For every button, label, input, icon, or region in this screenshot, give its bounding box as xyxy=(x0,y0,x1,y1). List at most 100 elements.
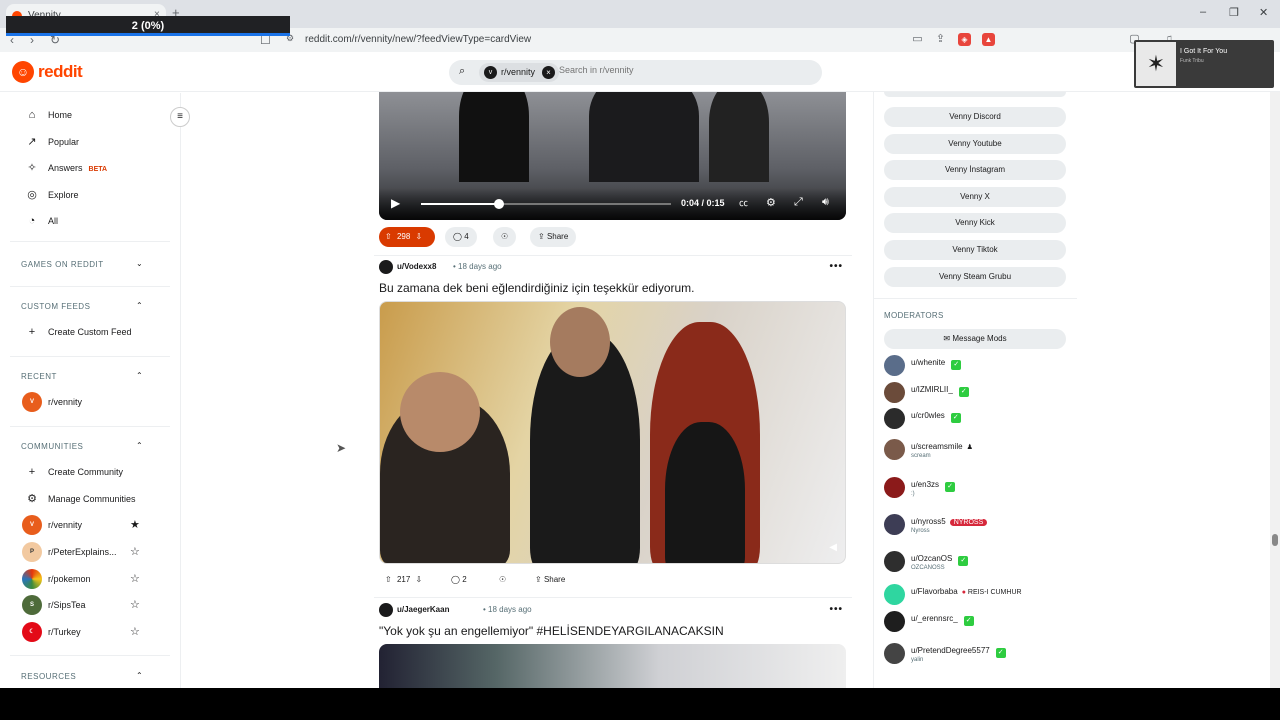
link-youtube[interactable]: Venny Youtube xyxy=(884,134,1066,154)
post-title[interactable]: Bu zamana dek beni eğlendirdiğiniz için … xyxy=(379,281,849,295)
author-avatar[interactable] xyxy=(379,603,393,617)
post-author[interactable]: u/JaegerKaan xyxy=(397,602,449,618)
star-outline-icon[interactable]: ☆ xyxy=(130,569,140,589)
post-title[interactable]: "Yok yok şu an engellemiyor" #HELİSENDEY… xyxy=(379,624,849,638)
recent-header[interactable]: RECENT xyxy=(21,372,149,381)
video-player[interactable]: ▶ 0:04 / 0:15 ㏄ ⚙ ⤢ 🔊︎ xyxy=(379,92,846,220)
link-steam[interactable]: Venny Steam Grubu xyxy=(884,267,1066,287)
moderator-item[interactable]: u/cr0wles ✓ xyxy=(884,408,1074,430)
author-avatar[interactable] xyxy=(379,260,393,274)
community-item-pokemon[interactable]: r/pokemon ☆ xyxy=(20,569,170,589)
play-icon[interactable]: ▶ xyxy=(391,196,400,210)
star-outline-icon[interactable]: ☆ xyxy=(130,542,140,562)
moderator-item[interactable]: u/screamsmile ♟ scream xyxy=(884,439,1074,461)
post-image[interactable]: ◀︎ xyxy=(379,301,846,564)
plus-icon: + xyxy=(28,466,36,478)
downvote-icon[interactable]: ⇩ xyxy=(416,575,423,584)
moderator-item[interactable]: u/Flavorbaba ● REIS-I CUMHUR xyxy=(884,584,1074,606)
games-section-header[interactable]: GAMES ON REDDIT xyxy=(21,260,149,269)
window-close-button[interactable]: ✕ xyxy=(1259,6,1268,19)
post-author[interactable]: u/Vodexx8 xyxy=(397,259,436,275)
vote-pill[interactable]: ⇧ 217 ⇩ xyxy=(379,570,435,590)
share-icon[interactable]: ⇪ xyxy=(934,33,947,46)
reddit-logo-icon[interactable]: ☺ xyxy=(12,61,34,83)
link-button-partial[interactable] xyxy=(884,92,1066,97)
more-options-icon[interactable]: ••• xyxy=(829,602,843,618)
captions-icon[interactable]: ㏄ xyxy=(739,196,748,209)
divider xyxy=(10,286,170,287)
screen-cast-icon[interactable]: ▭ xyxy=(911,33,924,46)
link-kick[interactable]: Venny Kick xyxy=(884,213,1066,233)
search-bar[interactable]: ⌕ v r/vennity × xyxy=(449,60,822,85)
nav-home[interactable]: ⌂ Home xyxy=(20,105,170,125)
fullscreen-icon[interactable]: ⤢ xyxy=(794,196,803,209)
star-filled-icon[interactable]: ★ xyxy=(130,515,140,535)
recent-item-vennity[interactable]: V r/vennity xyxy=(20,392,170,412)
custom-feeds-header[interactable]: CUSTOM FEEDS xyxy=(21,302,149,311)
nav-answers[interactable]: ✧ Answers BETA xyxy=(20,158,170,178)
comments-button[interactable]: ◯ 2 xyxy=(443,570,475,590)
upvote-icon[interactable]: ⇧ xyxy=(385,575,392,584)
link-x[interactable]: Venny X xyxy=(884,187,1066,207)
star-outline-icon[interactable]: ☆ xyxy=(130,622,140,642)
community-item-peterexplains[interactable]: P r/PeterExplains... ☆ xyxy=(20,542,170,562)
downvote-icon[interactable]: ⇩ xyxy=(416,232,423,241)
mute-icon[interactable]: ◀︎ xyxy=(829,542,837,553)
community-item-turkey[interactable]: ☾ r/Turkey ☆ xyxy=(20,622,170,642)
link-tiktok[interactable]: Venny Tiktok xyxy=(884,240,1066,260)
upvote-icon[interactable]: ⇧ xyxy=(385,232,392,241)
share-label: Share xyxy=(543,575,566,584)
page-scrollbar[interactable] xyxy=(1270,92,1280,688)
chevron-up-icon[interactable]: ⌃ xyxy=(136,371,143,380)
window-maximize-button[interactable]: ❐ xyxy=(1229,6,1239,19)
resources-header[interactable]: RESOURCES xyxy=(21,672,149,681)
award-button[interactable]: ☉ xyxy=(491,570,515,590)
star-outline-icon[interactable]: ☆ xyxy=(130,595,140,615)
comments-button[interactable]: ◯ 4 xyxy=(445,227,477,247)
scrollbar-thumb[interactable] xyxy=(1272,534,1278,546)
link-discord[interactable]: Venny Discord xyxy=(884,107,1066,127)
manage-communities[interactable]: ⚙ Manage Communities xyxy=(20,489,170,509)
moderator-item[interactable]: u/PretendDegree5577 ✓ yalin xyxy=(884,643,1074,665)
window-minimize-button[interactable]: – xyxy=(1200,6,1206,18)
search-input[interactable] xyxy=(559,65,809,75)
communities-header[interactable]: COMMUNITIES xyxy=(21,442,149,451)
link-instagram[interactable]: Venny İnstagram xyxy=(884,160,1066,180)
share-button[interactable]: ⇪ Share xyxy=(530,227,577,247)
video-scrub-handle[interactable] xyxy=(493,199,504,209)
nav-popular[interactable]: ↗ Popular xyxy=(20,132,170,152)
media-popup[interactable]: ✶ I Got It For You Funk Tribu xyxy=(1134,40,1274,88)
nav-explore[interactable]: ◎ Explore xyxy=(20,185,170,205)
message-mods-button[interactable]: ✉ Message Mods xyxy=(884,329,1066,349)
collapse-sidebar-button[interactable]: ≡ xyxy=(170,107,190,127)
reddit-logo-text[interactable]: reddit xyxy=(38,62,83,82)
post-image[interactable] xyxy=(379,644,846,688)
share-button[interactable]: ⇪ Share xyxy=(527,570,574,590)
more-options-icon[interactable]: ••• xyxy=(829,259,843,275)
nav-all[interactable]: ◔ All xyxy=(20,211,170,231)
moderator-item[interactable]: u/nyross5 NYROSS Nyross xyxy=(884,514,1074,536)
moderator-item[interactable]: u/IZMIRLII_ ✓ xyxy=(884,382,1074,404)
brave-shield-icon[interactable]: ◈ xyxy=(958,33,971,46)
video-progress-bar[interactable] xyxy=(421,199,671,209)
vote-pill[interactable]: ⇧ 298 ⇩ xyxy=(379,227,435,247)
chevron-down-icon[interactable]: ⌄ xyxy=(136,259,143,268)
url-text[interactable]: reddit.com/r/vennity/new/?feedViewType=c… xyxy=(305,34,531,45)
search-scope-chip[interactable]: v r/vennity × xyxy=(479,63,560,82)
moderator-item[interactable]: u/_erennsrc_ ✓ xyxy=(884,611,1074,633)
moderator-item[interactable]: u/whenite ✓ xyxy=(884,355,1074,377)
rewards-icon[interactable]: ▲ xyxy=(982,33,995,46)
community-item-sipstea[interactable]: S r/SipsTea ☆ xyxy=(20,595,170,615)
community-item-vennity[interactable]: V r/vennity ★ xyxy=(20,515,170,535)
volume-icon[interactable]: 🔊︎ xyxy=(822,196,829,209)
clear-scope-icon[interactable]: × xyxy=(542,66,556,79)
chevron-up-icon[interactable]: ⌃ xyxy=(136,441,143,450)
settings-gear-icon[interactable]: ⚙ xyxy=(766,196,776,209)
moderator-item[interactable]: u/en3zs ✓ :) xyxy=(884,477,1074,499)
create-community[interactable]: + Create Community xyxy=(20,462,170,482)
chevron-up-icon[interactable]: ⌃ xyxy=(136,301,143,310)
award-button[interactable]: ☉ xyxy=(493,227,517,247)
moderator-item[interactable]: u/OzcanOS ✓ OZCANOSS xyxy=(884,551,1074,573)
chevron-up-icon[interactable]: ⌃ xyxy=(136,671,143,680)
create-custom-feed[interactable]: + Create Custom Feed xyxy=(20,322,170,342)
